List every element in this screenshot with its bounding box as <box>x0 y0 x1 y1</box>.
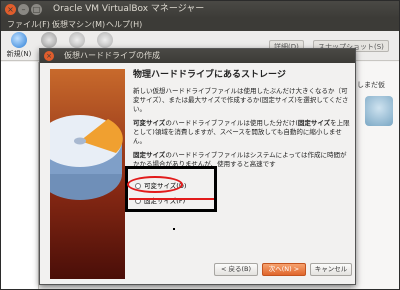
close-icon[interactable]: × <box>5 4 16 15</box>
back-button-label: < 戻る(B) <box>220 265 252 273</box>
minimize-icon[interactable]: – <box>18 4 29 15</box>
dialog-content: 物理ハードドライブにあるストレージ 新しい仮想ハードドライブファイルは使用したぶ… <box>133 69 351 259</box>
discard-arrow-icon <box>97 32 113 48</box>
virtualbox-window: × – □ Oracle VM VirtualBox マネージャー ファイル(F… <box>0 0 400 290</box>
back-button[interactable]: < 戻る(B) <box>214 263 258 276</box>
dynamic-term: 可変サイズ <box>133 119 166 127</box>
annotation-dot <box>173 228 175 230</box>
settings-button[interactable] <box>41 32 57 49</box>
menu-file[interactable]: ファイル(F) <box>7 18 50 31</box>
annotation-red-strikethrough <box>129 198 214 200</box>
next-button-label: 次へ(N) > <box>268 265 300 273</box>
cancel-button[interactable]: キャンセル <box>310 263 352 276</box>
details-text: しまだ仮 <box>357 81 385 89</box>
start-button[interactable] <box>69 32 85 49</box>
vm-list-panel[interactable] <box>1 62 39 289</box>
new-button[interactable]: 新規(N) <box>4 32 34 59</box>
dialog-description: 新しい仮想ハードドライブファイルは使用したぶんだけ大きくなるか（可変サイズ）、ま… <box>133 87 349 113</box>
menu-help[interactable]: ヘルプ(H) <box>106 18 142 31</box>
gear-icon <box>41 32 57 48</box>
menubar: ファイル(F) 仮想マシン(M) ヘルプ(H) <box>1 18 399 31</box>
start-arrow-icon <box>69 32 85 48</box>
details-illustration-icon <box>365 96 393 126</box>
window-titlebar: × – □ Oracle VM VirtualBox マネージャー <box>1 1 399 18</box>
hard-drive-illustration-icon <box>50 115 123 200</box>
new-button-label: 新規(N) <box>6 50 32 58</box>
cancel-button-label: キャンセル <box>314 265 348 273</box>
annotation-red-ellipse <box>127 176 183 193</box>
details-panel: しまだ仮 <box>351 62 399 289</box>
dialog-title: 仮想ハードドライブの作成 <box>64 51 160 60</box>
dialog-titlebar: × 仮想ハードドライブの作成 <box>40 49 355 63</box>
new-machine-icon <box>11 32 27 48</box>
fixed-term-inline: 固定サイズ <box>297 119 331 127</box>
discard-button[interactable] <box>97 32 113 49</box>
next-button[interactable]: 次へ(N) > <box>262 263 306 276</box>
window-title: Oracle VM VirtualBox マネージャー <box>53 4 205 14</box>
wizard-illustration <box>50 69 125 279</box>
dynamic-size-description: 可変サイズのハードドライブファイルは使用した分だけ(固定サイズを上限として)領域… <box>133 119 351 146</box>
dynamic-text-1: のハードドライブファイルは使用した分だけ( <box>165 119 298 127</box>
dialog-close-icon[interactable]: × <box>44 51 54 61</box>
menu-machine[interactable]: 仮想マシン(M) <box>52 18 105 31</box>
maximize-icon[interactable]: □ <box>31 4 42 15</box>
dialog-heading: 物理ハードドライブにあるストレージ <box>133 70 286 80</box>
fixed-term: 固定サイズ <box>133 151 166 159</box>
